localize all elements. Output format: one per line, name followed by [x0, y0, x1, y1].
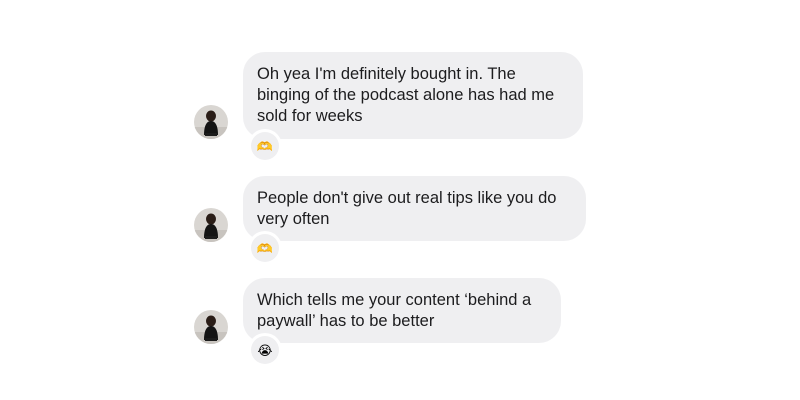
message-text-2: People don't give out real tips like you… [257, 189, 557, 228]
message-bubble-1[interactable]: Oh yea I'm definitely bought in. The bin… [243, 52, 583, 139]
message-bubble-2[interactable]: People don't give out real tips like you… [243, 176, 586, 241]
reaction-badge-2[interactable]: 🫶 [250, 233, 280, 263]
reaction-badge-3[interactable]: 😭 [250, 335, 280, 365]
avatar[interactable] [194, 208, 228, 242]
avatar[interactable] [194, 105, 228, 139]
heart-hands-icon: 🫶 [256, 240, 274, 256]
message-text-1: Oh yea I'm definitely bought in. The bin… [257, 65, 555, 125]
reaction-badge-1[interactable]: 🫶 [250, 131, 280, 161]
heart-hands-icon: 🫶 [256, 138, 274, 154]
message-text-3: Which tells me your content ‘behind a pa… [257, 291, 532, 330]
crying-face-icon: 😭 [257, 342, 273, 358]
message-bubble-3[interactable]: Which tells me your content ‘behind a pa… [243, 278, 561, 343]
avatar[interactable] [194, 310, 228, 344]
